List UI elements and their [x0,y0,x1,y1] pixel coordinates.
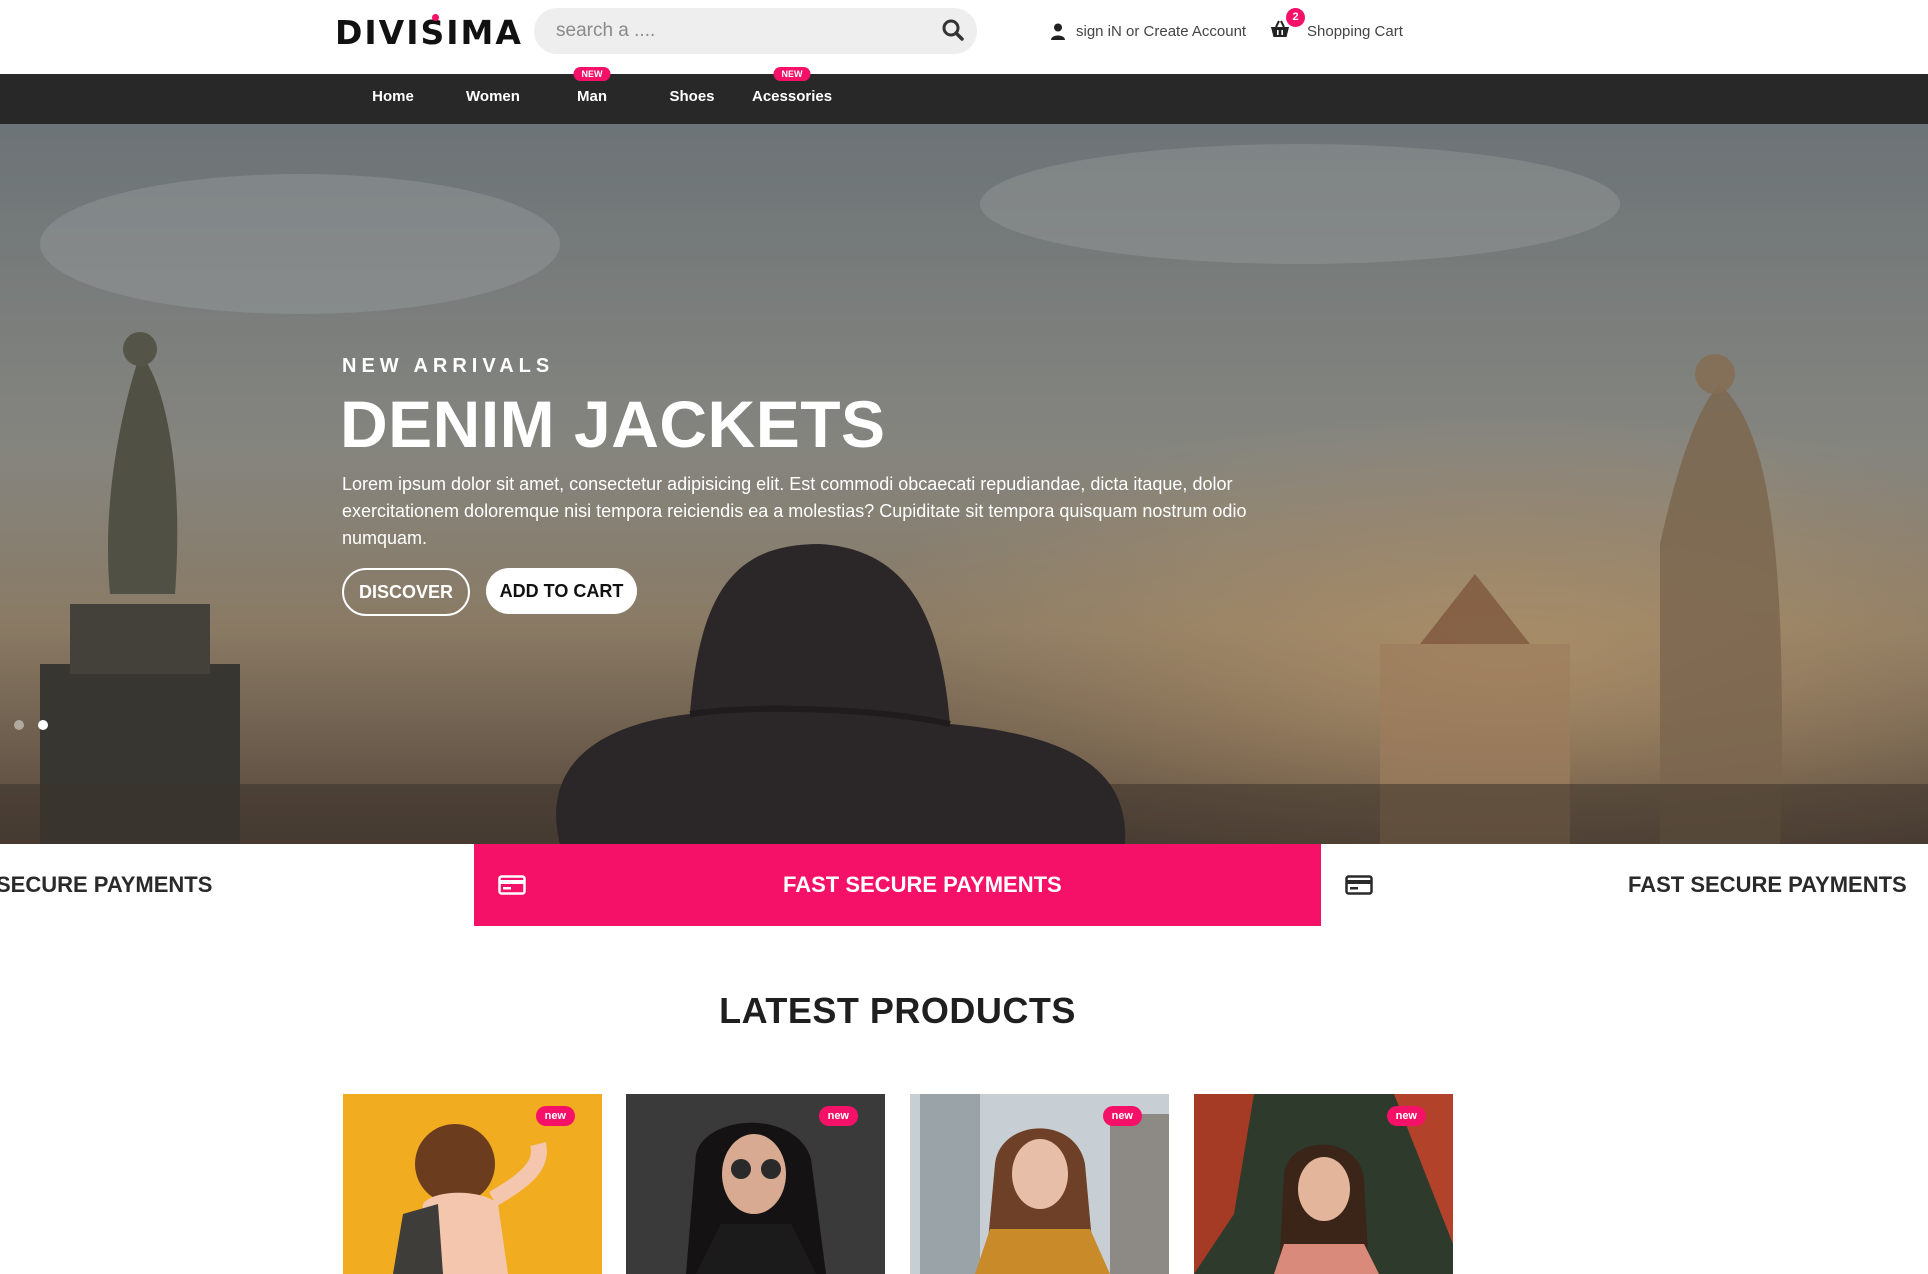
slider-dot[interactable] [14,720,24,730]
product-card[interactable]: new [626,1094,885,1274]
new-badge: new [1386,1106,1426,1126]
product-card[interactable]: new [343,1094,602,1274]
feature-item: FAST SECURE PAYMENTS [1321,844,1928,926]
new-badge: NEW [773,67,811,81]
nav-item-label: Women [466,88,520,105]
user-icon [1051,23,1065,40]
nav-item-label: Man [577,88,607,105]
credit-card-icon [1345,875,1373,895]
new-badge: new [535,1106,575,1126]
nav-item-label: Home [372,88,414,105]
brand-name: DIVISIMA [335,13,523,52]
hero-title: DENIM JACKETS [340,387,886,461]
nav-item-shoes[interactable]: Shoes [665,74,719,124]
feature-item-active: FAST SECURE PAYMENTS [474,844,1321,926]
product-card[interactable]: new [910,1094,1169,1274]
hero-slider: NEW ARRIVALS DENIM JACKETS Lorem ipsum d… [0,124,1928,844]
nav-item-label: Acessories [752,88,833,105]
cart-icon-wrap: 2 [1270,8,1305,42]
account-label: sign iN or Create Account [1076,22,1247,40]
features-strip: SECURE PAYMENTS FAST SECURE PAYMENTS FAS… [0,844,1928,926]
new-badge: new [818,1106,858,1126]
nav-item-label: Shoes [669,88,715,105]
nav-item-accessories[interactable]: NEW Acessories [752,67,833,124]
brand-logo[interactable]: DIVISIMA [335,13,523,53]
search-icon [942,19,964,41]
site-header: DIVISIMA sign iN or Create Account 2 [0,0,1928,74]
add-to-cart-button[interactable]: ADD TO CART [486,568,637,614]
nav-item-man[interactable]: NEW Man [566,67,618,124]
new-badge: NEW [573,67,611,81]
nav-item-home[interactable]: Home [362,74,424,124]
hero-eyebrow: NEW ARRIVALS [342,355,555,377]
search-button[interactable] [941,18,967,44]
cart-label: Shopping Cart [1307,22,1403,40]
shopping-cart-link[interactable]: 2 Shopping Cart [1270,8,1403,42]
feature-label: FAST SECURE PAYMENTS [1628,872,1907,897]
search-bar [534,8,977,54]
account-link[interactable]: sign iN or Create Account [1050,20,1246,42]
hero-description: Lorem ipsum dolor sit amet, consectetur … [342,474,1247,548]
search-input[interactable] [546,8,936,54]
product-card[interactable]: new [1194,1094,1453,1274]
latest-products-title: LATEST PRODUCTS [719,990,1076,1031]
new-badge: new [1102,1106,1142,1126]
nav-item-women[interactable]: Women [462,74,524,124]
feature-item: SECURE PAYMENTS [0,844,474,926]
slider-dots [14,720,48,730]
discover-button[interactable]: DISCOVER [342,568,470,616]
feature-label: SECURE PAYMENTS [0,872,213,897]
cart-count-badge: 2 [1286,8,1305,27]
feature-label: FAST SECURE PAYMENTS [783,872,1062,897]
logo-dot [432,14,439,21]
main-nav: Home Women NEW Man Shoes NEW Acessories [0,67,1928,124]
credit-card-icon [498,875,526,895]
slider-dot-active[interactable] [38,720,48,730]
